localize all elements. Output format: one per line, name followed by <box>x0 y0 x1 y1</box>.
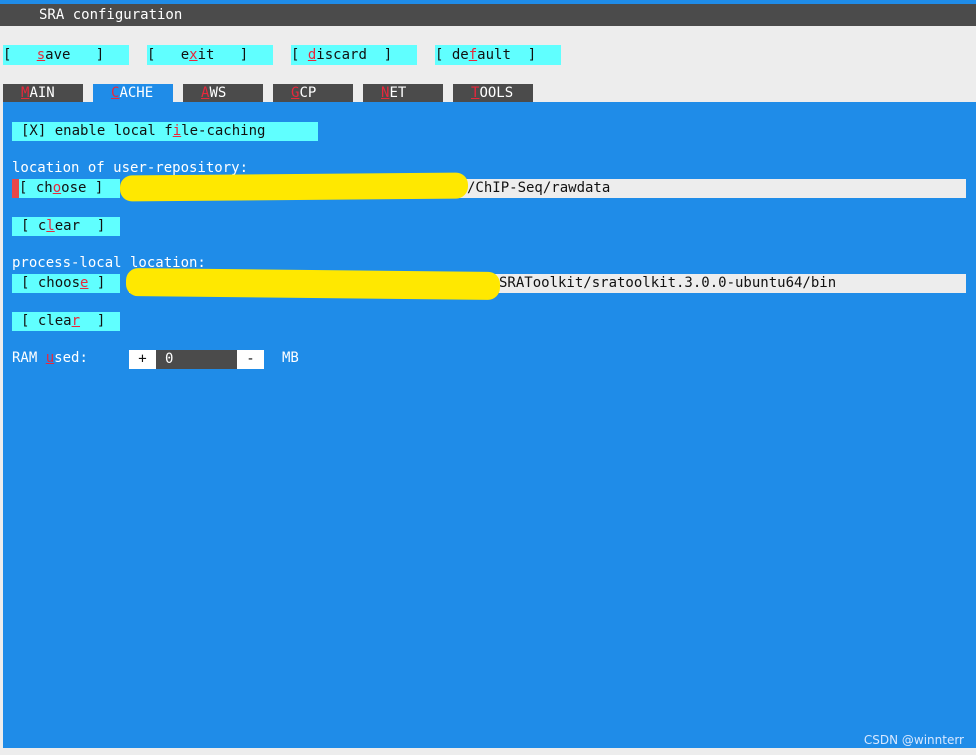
user-repo-clear-button[interactable]: [ clear ] <box>12 217 120 236</box>
tab-tools[interactable]: TOOLS <box>453 84 533 102</box>
tab-main[interactable]: MAIN <box>3 84 83 102</box>
discard-button[interactable]: [ discard ] <box>291 45 417 65</box>
title-bar: SRA configuration <box>0 4 976 26</box>
save-hotkey: s <box>36 47 46 63</box>
ram-decrement-button[interactable]: - <box>237 350 264 369</box>
default-hotkey: f <box>468 47 478 63</box>
ram-increment-button[interactable]: + <box>129 350 156 369</box>
enable-caching-checkbox[interactable]: [X] enable local file-caching <box>12 122 318 141</box>
watermark: CSDN @winnterr <box>863 733 964 747</box>
tab-gcp[interactable]: GCP <box>273 84 353 102</box>
focus-marker <box>12 179 19 198</box>
tab-net[interactable]: NET <box>363 84 443 102</box>
default-button[interactable]: [ default ] <box>435 45 561 65</box>
redaction-mark <box>125 268 501 300</box>
ram-unit-label: MB <box>282 350 299 366</box>
user-repo-choose-button[interactable]: [ choose ] <box>19 179 120 198</box>
ram-value-field[interactable]: 0 <box>156 350 237 369</box>
bottom-strip <box>0 748 976 755</box>
tab-cache[interactable]: CACHE <box>93 84 173 102</box>
tab-aws[interactable]: AWS <box>183 84 263 102</box>
window-title: SRA configuration <box>39 7 183 23</box>
save-button[interactable]: [ save ] <box>3 45 129 65</box>
process-local-clear-button[interactable]: [ clear ] <box>12 312 120 331</box>
exit-button[interactable]: [ exit ] <box>147 45 273 65</box>
exit-hotkey: x <box>189 47 198 63</box>
redaction-mark <box>119 172 469 202</box>
user-repo-label: location of user-repository: <box>12 160 249 176</box>
ram-used-label: RAM used: <box>12 350 88 366</box>
process-local-choose-button[interactable]: [ choose ] <box>12 274 120 293</box>
